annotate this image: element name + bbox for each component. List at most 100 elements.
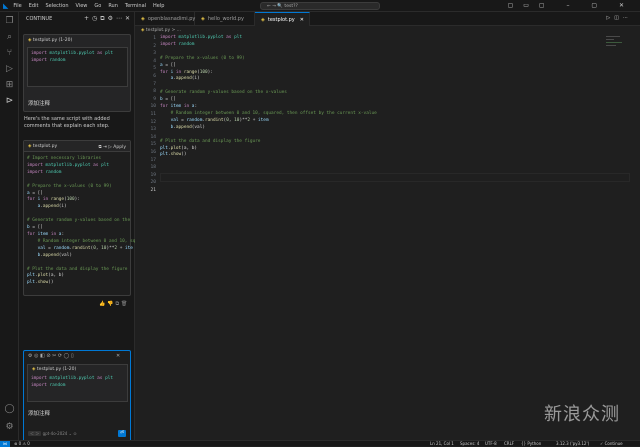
command-center-search[interactable]: ← → 🔍 test?? bbox=[260, 2, 380, 10]
line-ending[interactable]: CRLF bbox=[504, 441, 514, 447]
code-line: b = [] bbox=[160, 97, 176, 103]
explorer-icon[interactable]: ❐ bbox=[4, 16, 15, 27]
minimap[interactable] bbox=[606, 36, 628, 50]
open-new-window-icon[interactable]: ⧉ bbox=[100, 15, 104, 23]
code-line: # Prepare the x-values (0 to 99) bbox=[160, 55, 245, 61]
cursor-position[interactable]: Ln 21, Col 1 bbox=[430, 441, 454, 447]
status-bar: ⋈ ⊗ 0 ⚠ 0 Ln 21, Col 1 Spaces: 4 UTF-8 C… bbox=[0, 440, 640, 447]
thumbs-up-icon[interactable]: 👍 bbox=[99, 301, 107, 307]
source-control-icon[interactable]: ⑂ bbox=[4, 48, 15, 59]
python-file-icon: ◈ bbox=[32, 367, 36, 372]
code-line: # Generate random y-values based on the bbox=[27, 218, 131, 224]
continue-status[interactable]: ✓ Continue bbox=[600, 441, 623, 447]
code-line: for item in a: bbox=[27, 231, 65, 237]
python-file-icon: ◈ bbox=[28, 144, 32, 149]
vscode-logo-icon: ◣ bbox=[3, 1, 9, 10]
code-line: val = random.randint(0, 10)**2 + ite bbox=[37, 245, 133, 251]
menu-edit[interactable]: Edit bbox=[29, 3, 39, 9]
chat-input-card[interactable]: ⚙ ◎ ◧ ⊘ ✂ ⟳ ◯ ▯ ✕ ◈ testplot.py (1-20) i… bbox=[23, 350, 131, 442]
code-response-card: ◈ testplot.py ⧉ ⇥ ▷ Apply # Import neces… bbox=[23, 140, 135, 296]
copy-icon[interactable]: ⧉ bbox=[99, 145, 102, 150]
current-line bbox=[160, 173, 630, 183]
menu-terminal[interactable]: Terminal bbox=[125, 3, 146, 9]
encoding[interactable]: UTF-8 bbox=[485, 441, 497, 447]
context-code-block: import matplotlib.pyplot as plt import r… bbox=[27, 47, 128, 87]
split-editor-icon[interactable]: ◫ bbox=[614, 15, 623, 21]
menu-go[interactable]: Go bbox=[94, 3, 101, 9]
watermark-logo: 新浪众测 bbox=[544, 404, 620, 425]
code-actions: ⧉ ⇥ ▷ Apply bbox=[99, 144, 127, 150]
chat-input-text[interactable]: 添加注释 bbox=[28, 409, 50, 417]
code-line: plt.show() bbox=[160, 152, 187, 158]
menu-run[interactable]: Run bbox=[108, 3, 118, 9]
breadcrumb[interactable]: ◈ testplot.py > ... bbox=[141, 28, 181, 33]
menu-help[interactable]: Help bbox=[153, 3, 164, 9]
code-block-header: ◈ testplot.py ⧉ ⇥ ▷ Apply bbox=[24, 141, 130, 152]
activity-bar: ❐ ⌕ ⑂ ▷ ⊞ ⊳ ◯ ⚙ bbox=[0, 12, 19, 440]
code-line: b.append(val) bbox=[37, 252, 72, 258]
tab-testplot[interactable]: ◈ testplot.py ✕ bbox=[255, 12, 310, 26]
response-actions: 👍👎⧉🗑 bbox=[99, 301, 129, 307]
code-line: val = random.randint(0, 10)**2 + item bbox=[170, 117, 269, 123]
apply-button[interactable]: ▷ Apply bbox=[108, 145, 126, 150]
window-controls[interactable]: ▢▭▢ – ▢ ✕ bbox=[508, 2, 634, 9]
python-file-icon: ◈ bbox=[141, 28, 145, 33]
close-tab-icon[interactable]: ✕ bbox=[300, 17, 304, 23]
history-icon[interactable]: ◷ bbox=[92, 15, 97, 23]
extensions-icon[interactable]: ⊞ bbox=[4, 80, 15, 91]
more-icon[interactable]: ⋯ bbox=[623, 15, 632, 21]
menu-view[interactable]: View bbox=[76, 3, 88, 9]
search-icon[interactable]: ⌕ bbox=[4, 32, 15, 43]
code-line: b.append(val) bbox=[170, 124, 205, 130]
python-file-icon: ◈ bbox=[201, 16, 205, 22]
settings-icon[interactable]: ⚙ bbox=[108, 15, 113, 23]
code-line: import matplotlib.pyplot as plt bbox=[160, 35, 243, 40]
insert-icon[interactable]: ⇥ bbox=[103, 145, 107, 150]
trash-icon[interactable]: 🗑 bbox=[121, 301, 129, 307]
code-line: plt.show() bbox=[27, 280, 54, 286]
close-icon[interactable]: ✕ bbox=[116, 353, 120, 359]
python-interpreter[interactable]: 3.12.3 ('py3.12') bbox=[556, 441, 589, 447]
menu-selection[interactable]: Selection bbox=[45, 3, 68, 9]
remote-indicator-icon[interactable]: ⋈ bbox=[0, 441, 10, 447]
menu-file[interactable]: File bbox=[13, 3, 21, 9]
python-file-icon: ◈ bbox=[141, 16, 145, 22]
code-line: a.append(i) bbox=[170, 76, 200, 82]
code-line: for item in a: bbox=[160, 104, 198, 110]
code-line: import random bbox=[31, 382, 66, 388]
close-icon[interactable]: ✕ bbox=[125, 15, 130, 23]
line-number-gutter: 1 2 3 4 5 6 7 8 9 10 11 12 13 14 15 16 17 18 19 20 21 bbox=[150, 36, 156, 193]
more-icon[interactable]: ⋯ bbox=[116, 15, 122, 23]
tab-hello-world[interactable]: ◈ hello_world.py bbox=[195, 12, 255, 26]
problems-indicator[interactable]: ⊗ 0 ⚠ 0 bbox=[14, 441, 30, 447]
code-line: import matplotlib.pyplot as plt bbox=[31, 51, 114, 56]
model-selector[interactable]: ＜ ＞ gpt-4o-2024 ⌄ ⊙ bbox=[28, 431, 77, 437]
send-button[interactable]: ⏎ bbox=[118, 430, 126, 437]
run-debug-icon[interactable]: ▷ bbox=[4, 64, 15, 75]
context-code-block: ◈ testplot.py (1-20) import matplotlib.p… bbox=[27, 364, 128, 402]
code-line: plt.plot(a, b) bbox=[160, 145, 198, 151]
continue-sidebar: CONTINUE + ◷ ⧉ ⚙ ⋯ ✕ ◈ testplot.py (1-20… bbox=[19, 12, 135, 442]
code-line: # Random integer between 0 and 10, squar… bbox=[170, 110, 377, 116]
sidebar-toolbar: + ◷ ⧉ ⚙ ⋯ ✕ bbox=[84, 15, 130, 23]
assistant-message-text: Here's the same script with added commen… bbox=[24, 116, 110, 129]
code-line: # Plot the data and display the figure bbox=[160, 138, 261, 144]
code-line: # Generate random y-values based on the … bbox=[160, 90, 287, 96]
user-message-card[interactable]: ◈ testplot.py (1-20) import matplotlib.p… bbox=[23, 34, 131, 112]
code-editor[interactable]: import matplotlib.pyplot as plt import r… bbox=[160, 35, 630, 183]
continue-icon[interactable]: ⊳ bbox=[4, 96, 15, 107]
account-icon[interactable]: ◯ bbox=[4, 404, 15, 415]
settings-gear-icon[interactable]: ⚙ bbox=[4, 422, 15, 433]
code-line: a = [] bbox=[160, 62, 176, 68]
tab-openblasnadimi[interactable]: ◈ openblasnadimi.py bbox=[135, 12, 195, 26]
language-mode[interactable]: {} Python bbox=[521, 441, 541, 447]
editor-actions: ▷◫⋯ bbox=[606, 15, 632, 21]
new-session-icon[interactable]: + bbox=[84, 15, 89, 23]
indentation[interactable]: Spaces: 4 bbox=[460, 441, 479, 447]
code-line: # Import necessary libraries bbox=[27, 156, 102, 161]
